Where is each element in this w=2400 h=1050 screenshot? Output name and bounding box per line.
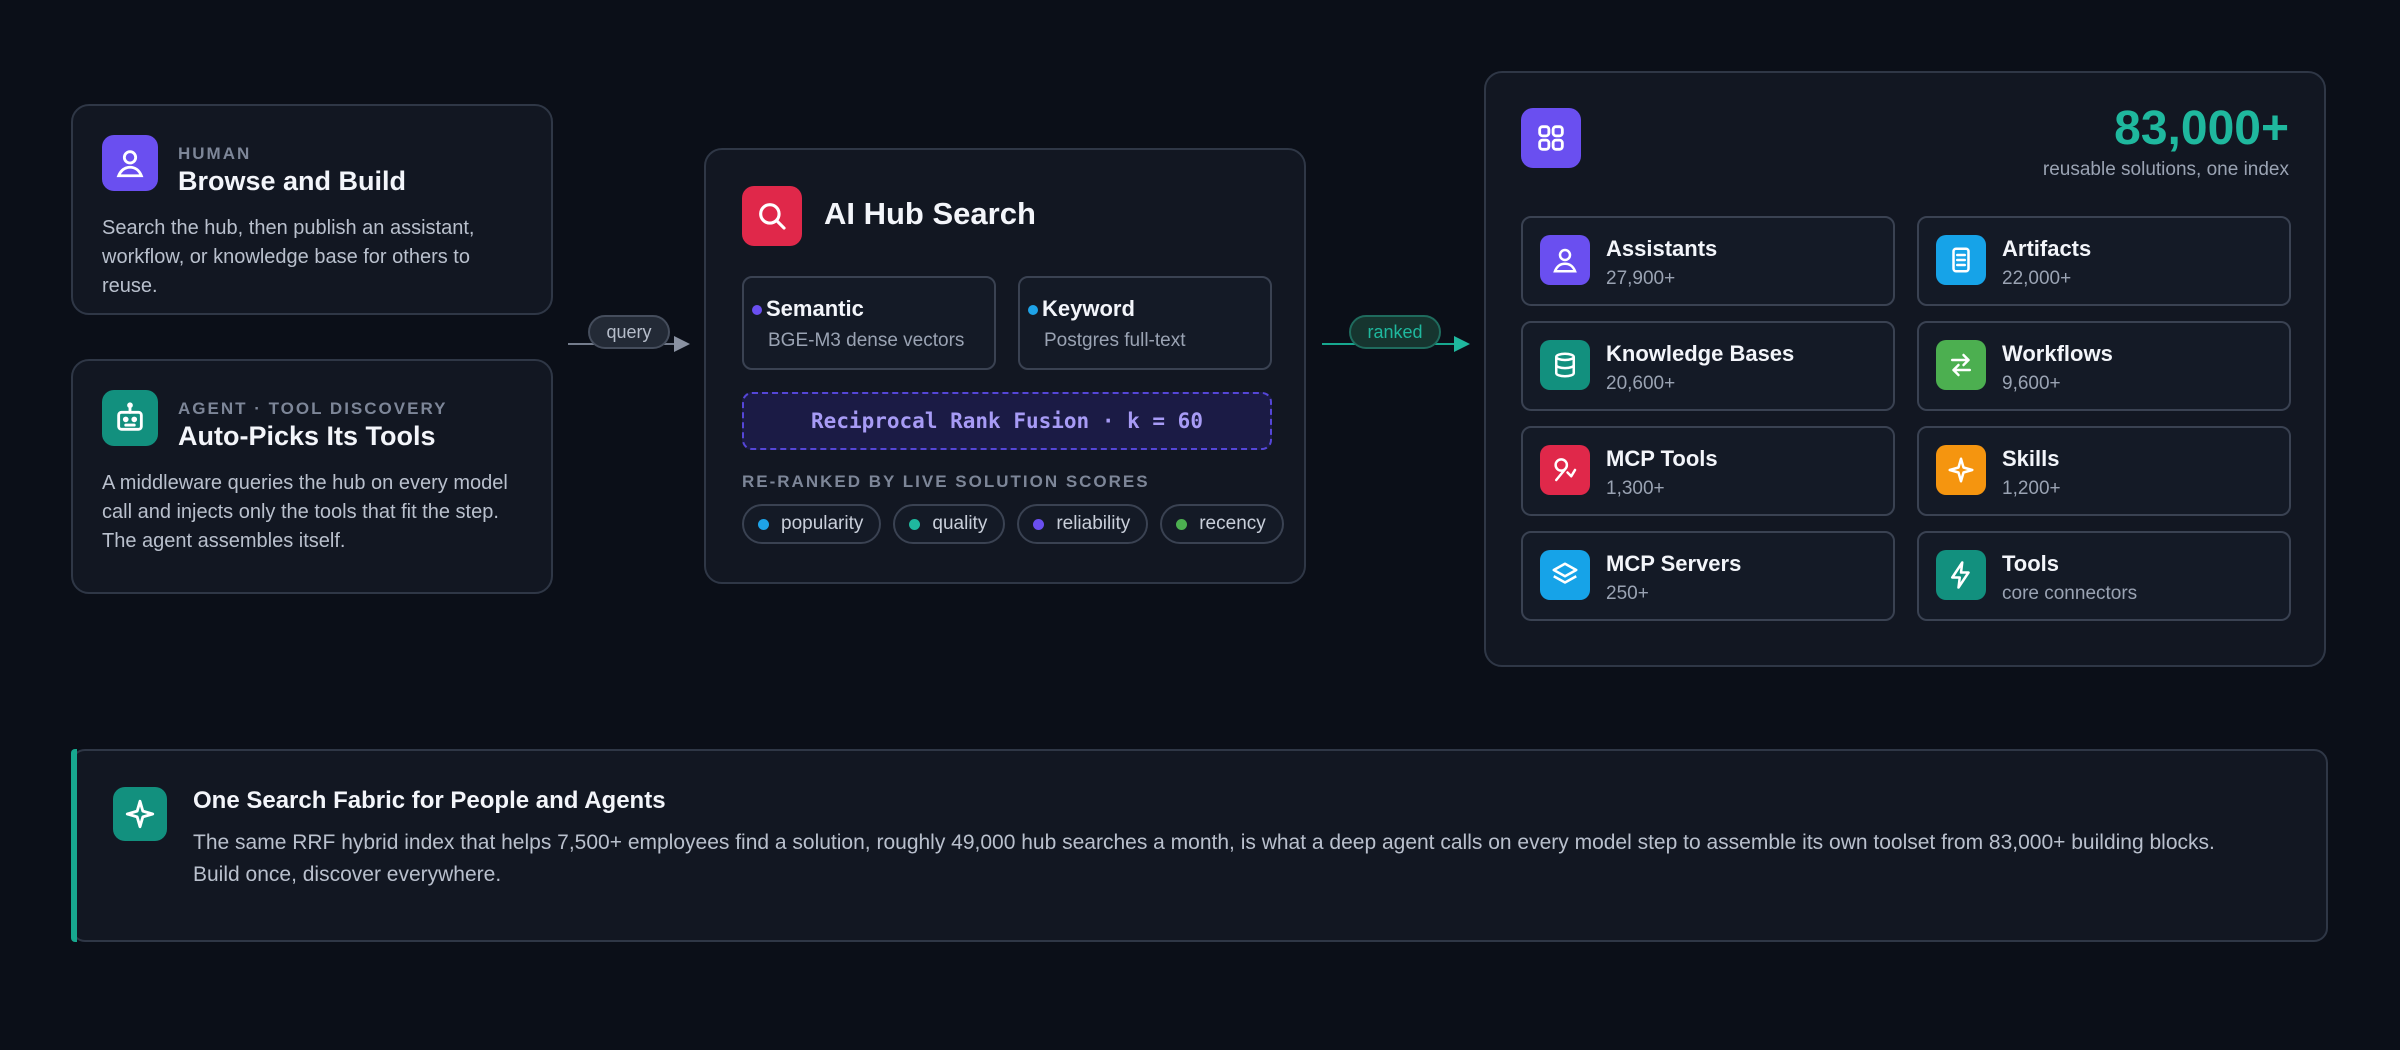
solution-count: 83,000+	[2114, 102, 2289, 155]
query-label: query	[588, 315, 670, 349]
search-icon	[742, 186, 802, 246]
sparkle-icon	[1936, 445, 1986, 495]
wrench-icon	[1540, 445, 1590, 495]
chip-recency: recency	[1160, 504, 1284, 544]
fusion-box: Reciprocal Rank Fusion · k = 60	[742, 392, 1272, 450]
catalog-item-artifacts: Artifacts 22,000+	[1917, 216, 2291, 306]
catalog-item-mcp-servers: MCP Servers 250+	[1521, 531, 1895, 621]
banner-title: One Search Fabric for People and Agents	[193, 787, 666, 814]
banner-accent-bar	[71, 749, 77, 942]
human-eyebrow: HUMAN	[178, 144, 252, 163]
chip-quality: quality	[893, 504, 1006, 544]
solution-count-caption: reusable solutions, one index	[2042, 159, 2289, 180]
catalog-item-name: Assistants	[1606, 236, 1718, 261]
query-arrowhead	[674, 336, 690, 352]
keyword-card: Keyword Postgres full-text	[1018, 276, 1272, 370]
agent-card: AGENT · TOOL DISCOVERY Auto-Picks Its To…	[71, 359, 553, 594]
summary-banner: One Search Fabric for People and Agents …	[71, 749, 2328, 942]
chip-dot	[1176, 518, 1188, 530]
score-chips: popularity quality reliability recency	[742, 504, 1284, 544]
layers-icon	[1540, 550, 1590, 600]
rerank-label: RE-RANKED BY LIVE SOLUTION SCORES	[742, 472, 1150, 491]
chip-popularity: popularity	[742, 504, 882, 544]
chip-label: reliability	[1056, 513, 1131, 534]
catalog-item-name: Skills	[2002, 446, 2060, 471]
catalog-item-workflows: Workflows 9,600+	[1917, 321, 2291, 411]
robot-icon	[102, 390, 158, 446]
ranked-arrowhead	[1454, 336, 1470, 352]
banner-body: The same RRF hybrid index that helps 7,5…	[193, 831, 2215, 886]
human-body: Search the hub, then publish an assistan…	[102, 217, 475, 297]
swap-arrows-icon	[1936, 340, 1986, 390]
chip-dot	[909, 518, 921, 530]
bolt-icon	[1936, 550, 1986, 600]
keyword-dot	[1028, 305, 1038, 315]
agent-title: Auto-Picks Its Tools	[178, 421, 436, 451]
human-card: HUMAN Browse and Build Search the hub, t…	[71, 104, 553, 315]
catalog-item-count: 20,600+	[1606, 373, 1676, 394]
catalog-item-mcp-tools: MCP Tools 1,300+	[1521, 426, 1895, 516]
semantic-title: Semantic	[766, 296, 864, 321]
catalog-item-count: 1,200+	[2002, 478, 2061, 499]
catalog-item-name: Tools	[2002, 551, 2060, 576]
catalog-item-knowledge-bases: Knowledge Bases 20,600+	[1521, 321, 1895, 411]
search-title: AI Hub Search	[824, 196, 1036, 231]
chip-reliability: reliability	[1017, 504, 1149, 544]
chip-label: popularity	[781, 513, 864, 534]
catalog-item-name: MCP Tools	[1606, 446, 1718, 471]
semantic-dot	[752, 305, 762, 315]
semantic-card: Semantic BGE-M3 dense vectors	[742, 276, 996, 370]
agent-eyebrow: AGENT · TOOL DISCOVERY	[178, 399, 448, 418]
ranked-label: ranked	[1349, 315, 1441, 349]
person-icon	[1540, 235, 1590, 285]
catalog-item-name: Artifacts	[2002, 236, 2092, 261]
agent-body: A middleware queries the hub on every mo…	[102, 472, 508, 552]
keyword-title: Keyword	[1042, 296, 1135, 321]
keyword-sub: Postgres full-text	[1044, 330, 1186, 351]
catalog-item-tools: Tools core connectors	[1917, 531, 2291, 621]
catalog-item-assistants: Assistants 27,900+	[1521, 216, 1895, 306]
catalog-item-name: Workflows	[2002, 341, 2113, 366]
human-title: Browse and Build	[178, 166, 407, 196]
catalog-item-count: 1,300+	[1606, 478, 1665, 499]
catalog-item-count: 9,600+	[2002, 373, 2061, 394]
grid-icon	[1521, 108, 1581, 168]
catalog-item-count: 27,900+	[1606, 268, 1676, 289]
search-card: AI Hub Search Semantic BGE-M3 dense vect…	[704, 148, 1306, 584]
catalog-card: 83,000+ reusable solutions, one index As…	[1484, 71, 2326, 667]
document-icon	[1936, 235, 1986, 285]
semantic-sub: BGE-M3 dense vectors	[768, 330, 965, 351]
catalog-item-skills: Skills 1,200+	[1917, 426, 2291, 516]
chip-dot	[758, 518, 769, 530]
chip-dot	[1033, 518, 1045, 530]
chip-label: recency	[1199, 513, 1266, 534]
sparkle-icon	[113, 787, 167, 841]
catalog-item-count: 250+	[1606, 583, 1649, 604]
catalog-item-name: Knowledge Bases	[1606, 341, 1795, 366]
catalog-item-count: 22,000+	[2002, 268, 2072, 289]
catalog-item-name: MCP Servers	[1606, 551, 1742, 576]
chip-label: quality	[932, 513, 988, 534]
person-icon	[102, 135, 158, 191]
database-icon	[1540, 340, 1590, 390]
catalog-item-count: core connectors	[2002, 583, 2138, 604]
